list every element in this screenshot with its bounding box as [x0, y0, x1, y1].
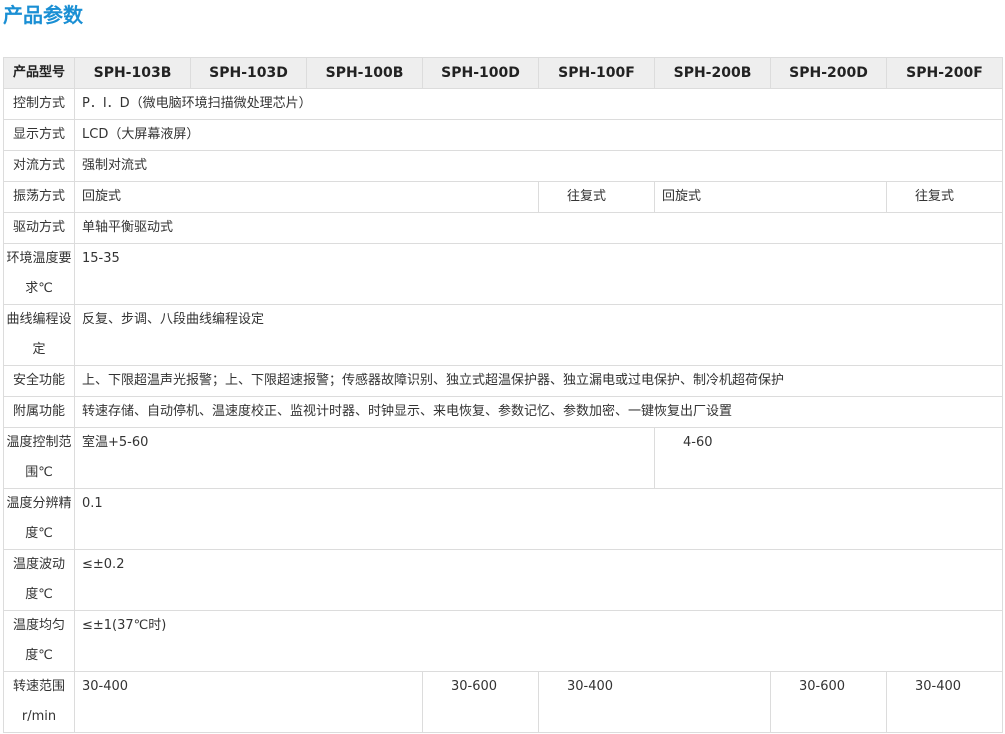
cell-value: 30-400 [538, 671, 771, 733]
row-label: 温度分辨精度℃ [3, 488, 75, 550]
cell-value: 30-400 [886, 671, 1003, 733]
cell-value: 反复、步调、八段曲线编程设定 [74, 304, 1003, 366]
cell-value: 回旋式 [654, 181, 887, 213]
row-label: 驱动方式 [3, 212, 75, 244]
cell-value: 30-600 [422, 671, 539, 733]
table-row: 对流方式 强制对流式 [3, 150, 1003, 182]
table-row: 曲线编程设定 反复、步调、八段曲线编程设定 [3, 304, 1003, 366]
model-header: SPH-100D [422, 57, 539, 89]
cell-value: 转速存储、自动停机、温速度校正、监视计时器、时钟显示、来电恢复、参数记忆、参数加… [74, 396, 1003, 428]
cell-value: 室温+5-60 [74, 427, 655, 489]
row-label: 附属功能 [3, 396, 75, 428]
header-label: 产品型号 [3, 57, 75, 89]
row-label: 曲线编程设定 [3, 304, 75, 366]
model-header: SPH-103D [190, 57, 307, 89]
row-label: 振荡方式 [3, 181, 75, 213]
table-row: 温度均匀度℃ ≤±1(37℃时) [3, 610, 1003, 672]
cell-value: 强制对流式 [74, 150, 1003, 182]
table-row: 转速范围r/min 30-400 30-600 30-400 30-600 30… [3, 671, 1003, 733]
cell-value: 单轴平衡驱动式 [74, 212, 1003, 244]
table-header-row: 产品型号 SPH-103B SPH-103D SPH-100B SPH-100D… [3, 57, 1003, 89]
table-row: 附属功能 转速存储、自动停机、温速度校正、监视计时器、时钟显示、来电恢复、参数记… [3, 396, 1003, 428]
model-header: SPH-200F [886, 57, 1003, 89]
table-row: 驱动方式 单轴平衡驱动式 [3, 212, 1003, 244]
cell-value: 15-35 [74, 243, 1003, 305]
table-row: 温度波动度℃ ≤±0.2 [3, 549, 1003, 611]
section-title: 产品参数 [3, 3, 83, 27]
row-label: 安全功能 [3, 365, 75, 397]
model-header: SPH-100B [306, 57, 423, 89]
model-header: SPH-100F [538, 57, 655, 89]
table-row: 温度分辨精度℃ 0.1 [3, 488, 1003, 550]
table-row: 温度控制范围℃ 室温+5-60 4-60 [3, 427, 1003, 489]
row-label: 转速范围r/min [3, 671, 75, 733]
table-row: 显示方式 LCD（大屏幕液屏） [3, 119, 1003, 151]
row-label: 温度控制范围℃ [3, 427, 75, 489]
row-label: 温度均匀度℃ [3, 610, 75, 672]
cell-value: 回旋式 [74, 181, 539, 213]
cell-value: 0.1 [74, 488, 1003, 550]
cell-value: 30-600 [770, 671, 887, 733]
cell-value: 往复式 [886, 181, 1003, 213]
product-parameters-table: 产品型号 SPH-103B SPH-103D SPH-100B SPH-100D… [3, 57, 1003, 733]
table-row: 振荡方式 回旋式 往复式 回旋式 往复式 [3, 181, 1003, 213]
row-label: 温度波动度℃ [3, 549, 75, 611]
cell-value: 4-60 [654, 427, 1003, 489]
table-row: 环境温度要求℃ 15-35 [3, 243, 1003, 305]
cell-value: ≤±1(37℃时) [74, 610, 1003, 672]
cell-value: 上、下限超温声光报警；上、下限超速报警；传感器故障识别、独立式超温保护器、独立漏… [74, 365, 1003, 397]
table-row: 控制方式 P．I．D（微电脑环境扫描微处理芯片） [3, 88, 1003, 120]
cell-value: 30-400 [74, 671, 423, 733]
cell-value: LCD（大屏幕液屏） [74, 119, 1003, 151]
cell-value: P．I．D（微电脑环境扫描微处理芯片） [74, 88, 1003, 120]
row-label: 显示方式 [3, 119, 75, 151]
cell-value: 往复式 [538, 181, 655, 213]
row-label: 对流方式 [3, 150, 75, 182]
model-header: SPH-103B [74, 57, 191, 89]
table-row: 安全功能 上、下限超温声光报警；上、下限超速报警；传感器故障识别、独立式超温保护… [3, 365, 1003, 397]
row-label: 环境温度要求℃ [3, 243, 75, 305]
row-label: 控制方式 [3, 88, 75, 120]
cell-value: ≤±0.2 [74, 549, 1003, 611]
model-header: SPH-200D [770, 57, 887, 89]
model-header: SPH-200B [654, 57, 771, 89]
